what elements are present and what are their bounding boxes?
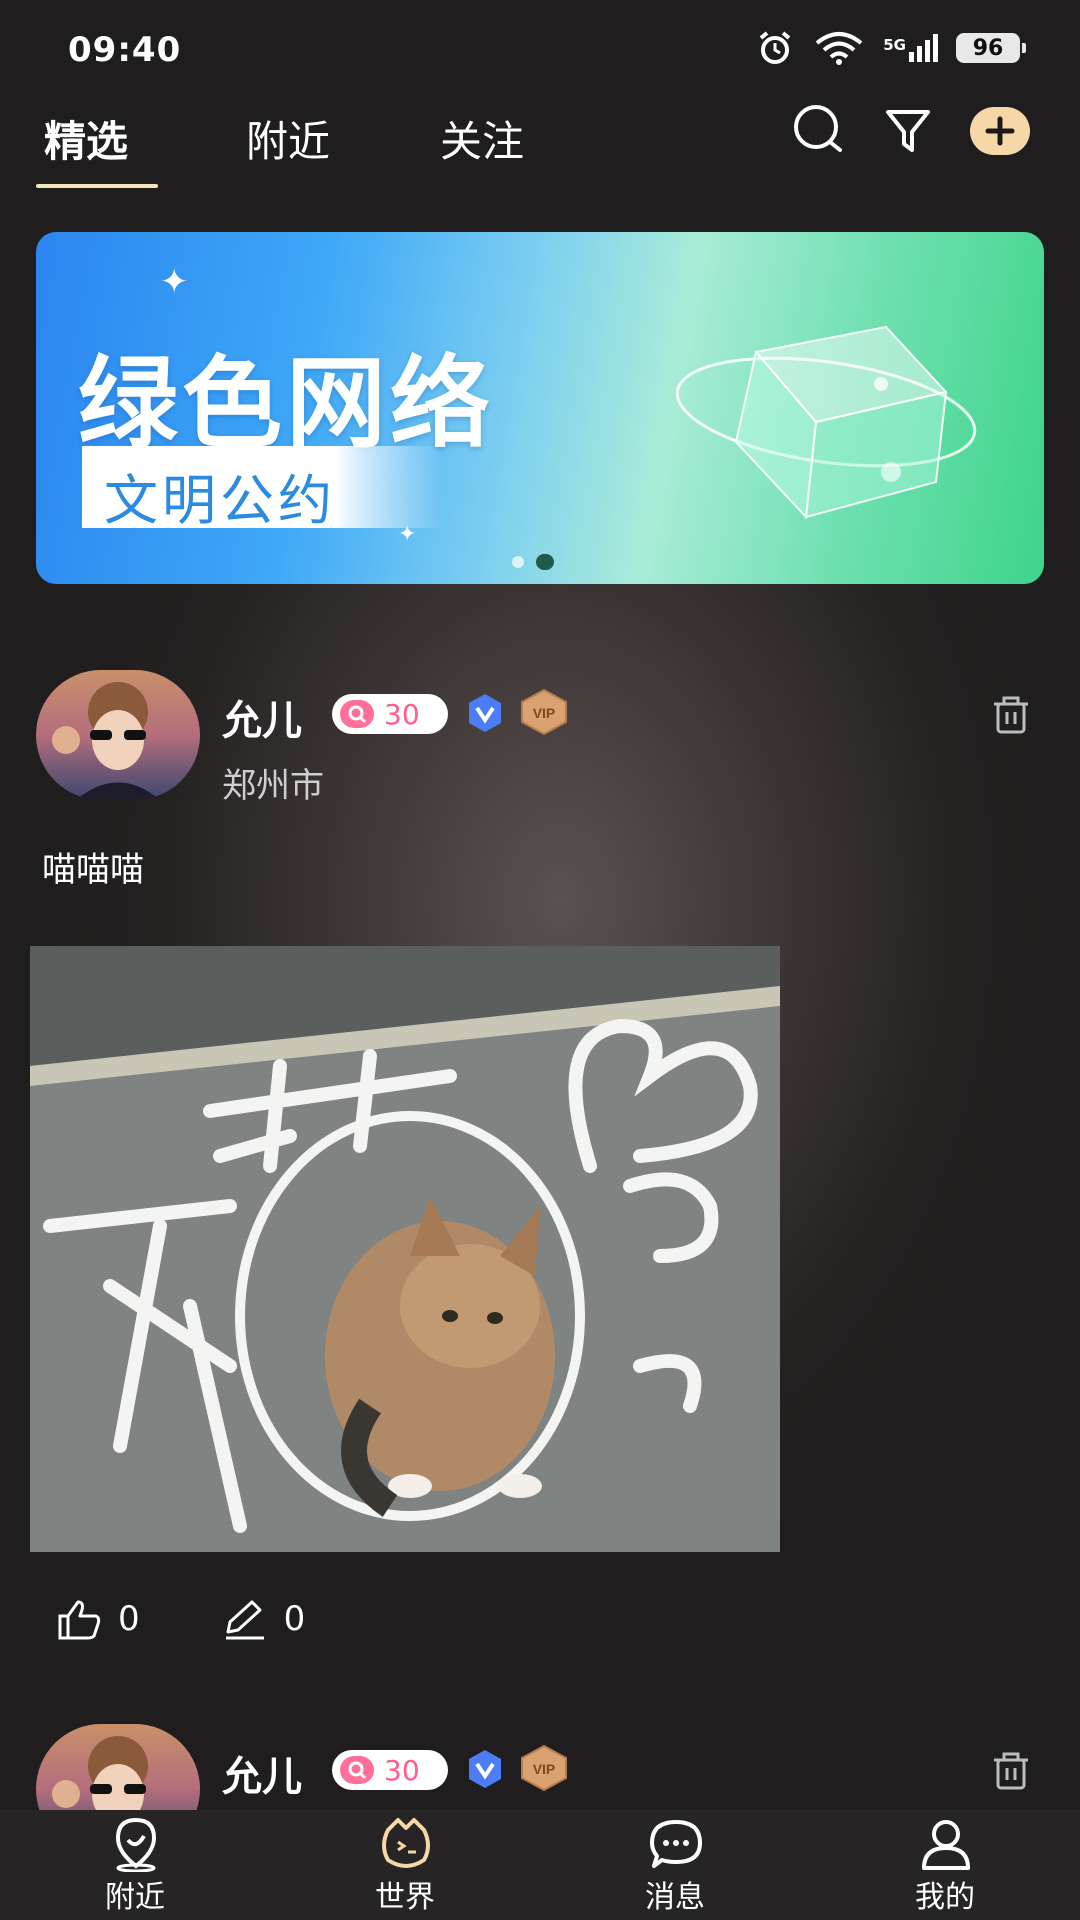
pencil-icon — [225, 1600, 264, 1640]
tab-nearby[interactable]: 附近 — [246, 108, 330, 169]
post-username[interactable]: 允儿 — [222, 688, 302, 746]
nav-label: 世界 — [375, 1880, 435, 1915]
banner-subtitle-box: 文明公约 — [82, 446, 442, 532]
nav-item-nearby[interactable]: 附近 — [0, 1810, 270, 1920]
post-content: 喵喵喵 — [42, 850, 144, 890]
nav-label: 我的 — [915, 1880, 975, 1915]
svg-text:VIP: VIP — [533, 705, 556, 721]
world-icon — [382, 1818, 430, 1868]
comment-count: 0 — [283, 1599, 306, 1639]
verified-icon — [469, 694, 501, 732]
like-count: 0 — [118, 1599, 140, 1639]
nav-label: 附近 — [105, 1880, 165, 1915]
nav-item-messages[interactable]: 消息 — [540, 1810, 810, 1920]
vip-icon: VIP — [521, 688, 567, 736]
status-time: 09:40 — [68, 30, 182, 70]
avatar-photo — [52, 682, 160, 800]
avatar[interactable] — [36, 670, 200, 800]
post-actions: 0 0 — [56, 1598, 387, 1640]
nav-label: 消息 — [645, 1880, 705, 1915]
avatar-photo — [52, 1736, 148, 1810]
nav-item-profile[interactable]: 我的 — [810, 1810, 1080, 1920]
battery-indicator: 96 — [956, 33, 1026, 63]
level-badge: 30 — [332, 694, 448, 734]
signal-icon: 5G — [883, 34, 938, 62]
network-type: 5G — [883, 36, 906, 54]
nearby-icon — [115, 1817, 157, 1872]
svg-text:VIP: VIP — [533, 1761, 556, 1777]
top-actions — [792, 104, 1030, 158]
banner-dot[interactable] — [512, 556, 524, 568]
post-image[interactable] — [30, 946, 780, 1552]
add-post-button[interactable] — [970, 107, 1030, 155]
comment-button[interactable]: 0 — [222, 1598, 306, 1640]
level-icon — [340, 1756, 374, 1784]
active-tab-indicator — [36, 184, 158, 188]
status-bar: 09:40 5G 96 — [0, 0, 1080, 100]
profile-icon — [922, 1820, 970, 1870]
status-icons: 5G 96 — [755, 30, 1026, 66]
tab-following[interactable]: 关注 — [440, 108, 524, 169]
post-location: 郑州市 — [222, 766, 324, 806]
sparkle-icon: ✦ — [160, 262, 189, 302]
top-tab-bar: 精选 附近 关注 — [0, 96, 1080, 196]
level-number: 30 — [384, 697, 420, 731]
trash-icon[interactable] — [988, 692, 1034, 738]
alarm-icon — [759, 31, 791, 64]
add-icon — [985, 116, 1015, 146]
post-username[interactable]: 允儿 — [222, 1744, 302, 1802]
message-icon — [650, 1820, 702, 1868]
avatar[interactable] — [36, 1724, 200, 1810]
level-icon — [340, 700, 374, 728]
like-button[interactable]: 0 — [56, 1598, 140, 1640]
level-badge: 30 — [332, 1750, 448, 1790]
promo-banner[interactable]: ✦ ✦ 绿色网络 文明公约 — [36, 232, 1044, 584]
wifi-icon — [815, 32, 863, 65]
banner-dot-active[interactable] — [536, 554, 554, 570]
feed-post: 允儿 30 VIP — [0, 1716, 1080, 1810]
cat-photo — [30, 946, 780, 1552]
filter-icon[interactable] — [884, 106, 932, 156]
bottom-nav: 附近 世界 消息 我的 — [0, 1810, 1080, 1920]
banner-subtitle: 文明公约 — [104, 469, 336, 532]
vip-icon: VIP — [521, 1744, 567, 1792]
level-number: 30 — [384, 1753, 420, 1787]
feed-post: 允儿 30 VIP 郑州市 喵喵喵 0 0 — [0, 660, 1080, 1690]
tab-featured[interactable]: 精选 — [44, 108, 128, 169]
verified-icon — [469, 1750, 501, 1788]
banner-pagination — [512, 554, 554, 570]
trash-icon[interactable] — [988, 1748, 1034, 1794]
nav-item-world[interactable]: 世界 — [270, 1810, 540, 1920]
search-icon[interactable] — [792, 104, 846, 158]
thumbs-up-icon — [58, 1600, 101, 1640]
glass-cube-graphic — [676, 325, 977, 520]
